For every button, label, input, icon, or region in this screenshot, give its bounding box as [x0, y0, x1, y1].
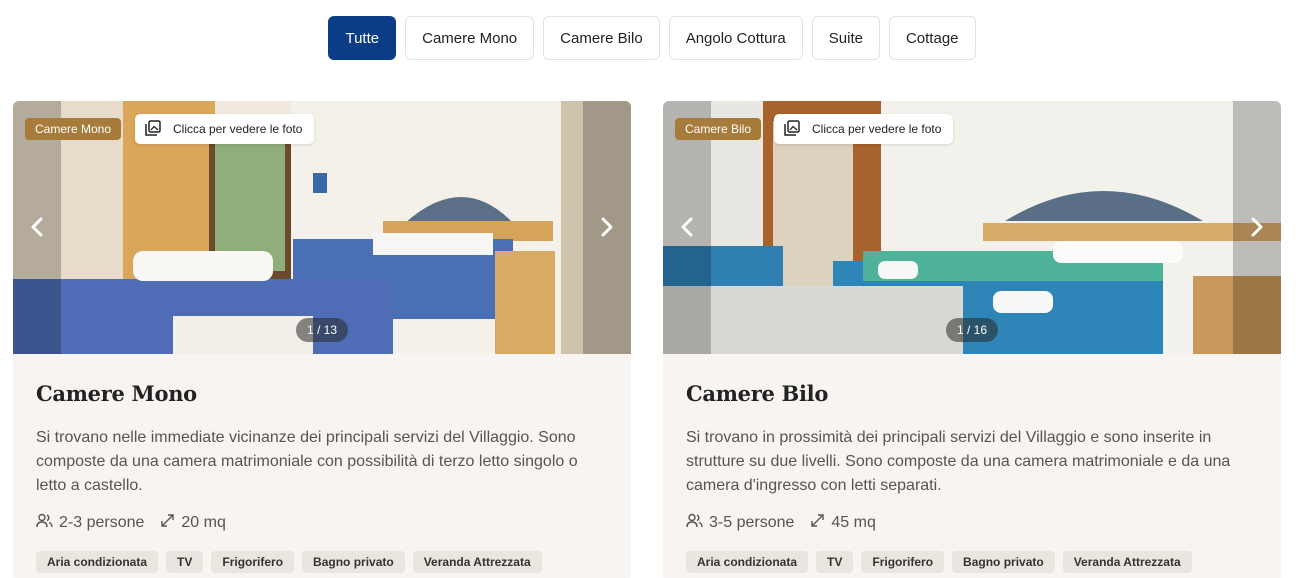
photo-gallery-icon	[784, 119, 800, 139]
filter-angolo-cottura[interactable]: Angolo Cottura	[668, 16, 803, 60]
view-photos-label: Clicca per vedere le foto	[173, 122, 303, 136]
photo-counter: 1 / 16	[945, 318, 999, 342]
guests-info: 2-3 persone	[36, 513, 144, 533]
amenity-tag: TV	[816, 551, 854, 573]
size-info: 20 mq	[160, 513, 226, 533]
category-badge: Camere Mono	[25, 118, 122, 140]
chevron-left-icon[interactable]	[25, 213, 49, 241]
filter-tutte[interactable]: Tutte	[328, 16, 397, 60]
filter-camere-bilo[interactable]: Camere Bilo	[543, 16, 660, 60]
guests-text: 3-5 persone	[709, 514, 795, 531]
photo-gallery-icon	[145, 119, 161, 139]
room-meta: 2-3 persone 20 mq	[36, 513, 608, 533]
room-photo-carousel[interactable]: Camere Mono Clicca per vedere le foto 1 …	[13, 101, 631, 354]
amenity-tag: Frigorifero	[211, 551, 295, 573]
filter-camere-mono[interactable]: Camere Mono	[405, 16, 535, 60]
amenity-tag: Bagno privato	[952, 551, 1055, 573]
room-description: Si trovano in prossimità dei principali …	[686, 429, 1231, 494]
amenity-tags: Aria condizionata TV Frigorifero Bagno p…	[686, 551, 1258, 573]
users-icon	[686, 513, 703, 533]
amenity-tag: Aria condizionata	[36, 551, 159, 573]
amenity-tag: Veranda Attrezzata	[1062, 551, 1192, 573]
amenity-tags: Aria condizionata TV Frigorifero Bagno p…	[36, 551, 608, 573]
chevron-left-icon[interactable]	[675, 213, 699, 241]
size-text: 20 mq	[181, 514, 226, 531]
amenity-tag: Bagno privato	[302, 551, 405, 573]
room-filter-bar: Tutte Camere Mono Camere Bilo Angolo Cot…	[0, 16, 1300, 60]
users-icon	[36, 513, 53, 533]
view-photos-button[interactable]: Clicca per vedere le foto	[774, 114, 954, 144]
view-photos-button[interactable]: Clicca per vedere le foto	[135, 114, 315, 144]
room-title: Camere Mono	[36, 381, 197, 406]
amenity-tag: Veranda Attrezzata	[412, 551, 542, 573]
room-description: Si trovano nelle immediate vicinanze dei…	[36, 429, 578, 494]
chevron-right-icon[interactable]	[1245, 213, 1269, 241]
size-info: 45 mq	[810, 513, 876, 533]
room-meta: 3-5 persone 45 mq	[686, 513, 1258, 533]
expand-icon	[810, 513, 825, 533]
size-text: 45 mq	[831, 514, 876, 531]
amenity-tag: Aria condizionata	[686, 551, 809, 573]
chevron-right-icon[interactable]	[595, 213, 619, 241]
expand-icon	[160, 513, 175, 533]
room-title: Camere Bilo	[686, 381, 829, 406]
room-photo-carousel[interactable]: Camere Bilo Clicca per vedere le foto 1 …	[663, 101, 1281, 354]
room-card-camere-mono: Camere Mono Clicca per vedere le foto 1 …	[13, 101, 631, 578]
amenity-tag: TV	[166, 551, 204, 573]
guests-info: 3-5 persone	[686, 513, 794, 533]
filter-suite[interactable]: Suite	[811, 16, 880, 60]
photo-counter: 1 / 13	[295, 318, 349, 342]
amenity-tag: Frigorifero	[861, 551, 945, 573]
guests-text: 2-3 persone	[59, 514, 145, 531]
view-photos-label: Clicca per vedere le foto	[812, 122, 942, 136]
category-badge: Camere Bilo	[675, 118, 762, 140]
filter-cottage[interactable]: Cottage	[888, 16, 976, 60]
room-card-camere-bilo: Camere Bilo Clicca per vedere le foto 1 …	[663, 101, 1281, 578]
